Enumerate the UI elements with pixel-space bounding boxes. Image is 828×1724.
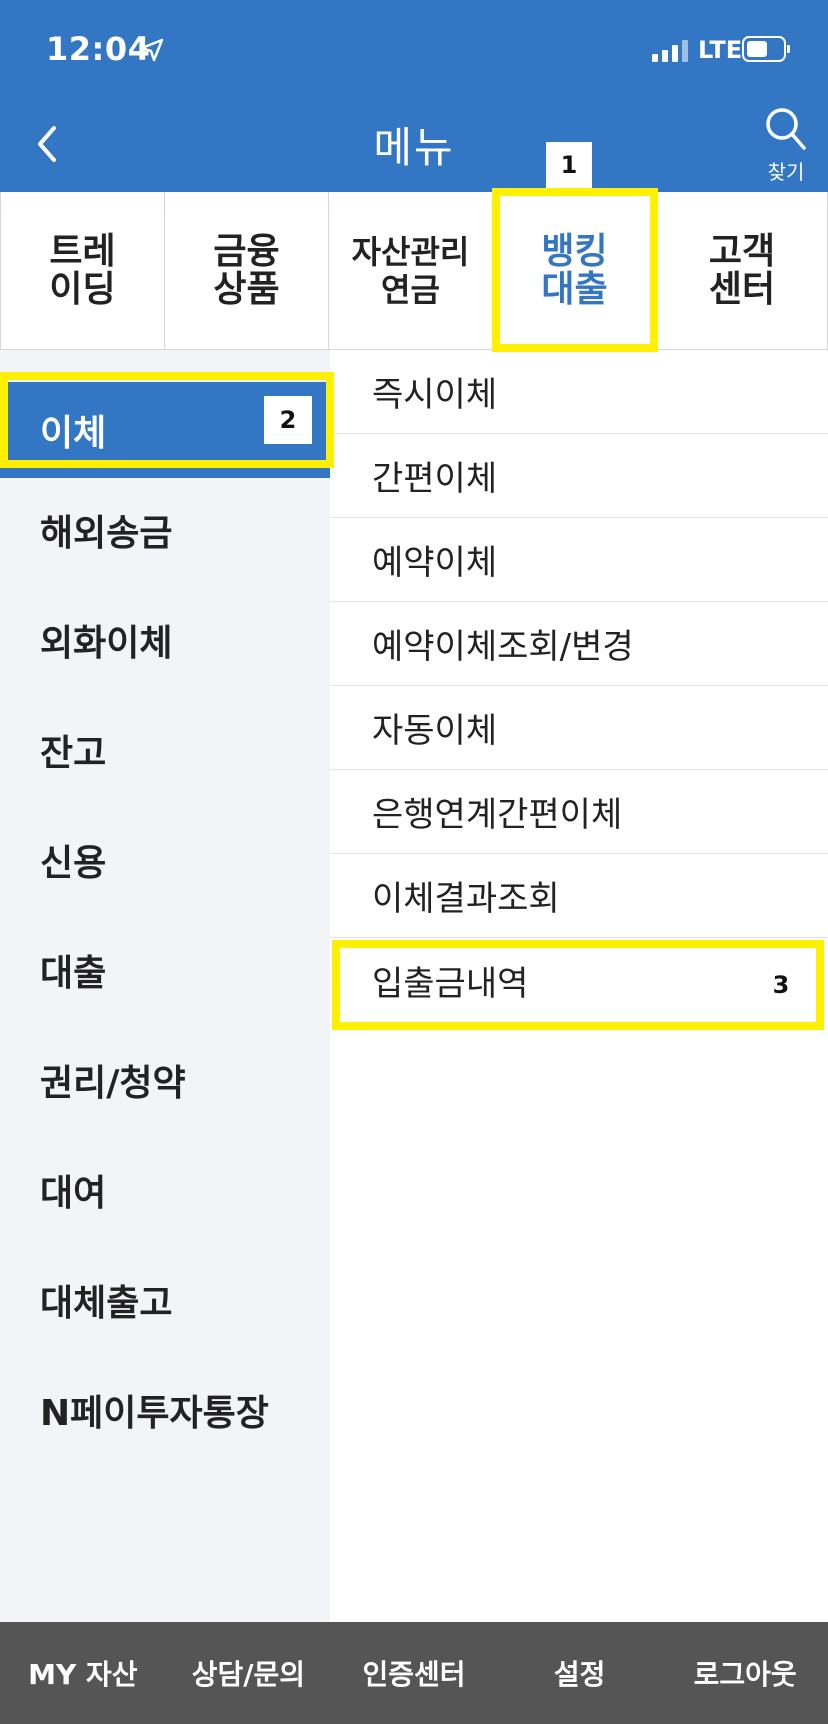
bottom-consultation-button[interactable]: 상담/문의 — [166, 1622, 332, 1724]
submenu-item-scheduled-transfer-inquiry[interactable]: 예약이체조회/변경 — [330, 602, 828, 686]
page-title: 메뉴 — [373, 123, 455, 172]
tab-label: 금융 상품 — [213, 230, 280, 310]
tab-asset-pension[interactable]: 자산관리 연금 — [328, 192, 492, 349]
status-bar: 12:04 LTE — [0, 0, 828, 96]
tab-customer-center[interactable]: 고객 센터 — [656, 192, 828, 349]
tab-label: 트레 이딩 — [49, 230, 116, 310]
tab-trading[interactable]: 트레 이딩 — [0, 192, 164, 349]
annotation-label-3: 3 — [758, 962, 804, 1008]
submenu-item-scheduled-transfer[interactable]: 예약이체 — [330, 518, 828, 602]
bottom-my-assets-button[interactable]: MY 자산 — [0, 1622, 166, 1724]
category-item-rights-subscription[interactable]: 권리/청약 — [0, 1032, 330, 1128]
tab-label: 고객 센터 — [708, 230, 776, 310]
app-header: 메뉴 찾기 — [0, 96, 828, 192]
submenu-item-deposit-withdrawal-history[interactable]: 입출금내역 — [330, 938, 828, 1022]
battery-icon — [742, 36, 790, 62]
tab-banking-loan[interactable]: 뱅킹 대출 — [492, 192, 656, 349]
category-item-foreign-currency-transfer[interactable]: 외화이체 — [0, 592, 330, 688]
location-arrow-icon — [140, 38, 164, 62]
submenu-item-simple-transfer[interactable]: 간편이체 — [330, 434, 828, 518]
signal-icon — [652, 40, 688, 62]
status-time: 12:04 — [46, 30, 151, 68]
tab-label: 자산관리 연금 — [351, 232, 470, 309]
category-item-lending[interactable]: 대여 — [0, 1142, 330, 1238]
top-category-tabs: 트레 이딩 금융 상품 자산관리 연금 뱅킹 대출 고객 센터 — [0, 192, 828, 350]
category-item-npay-account[interactable]: N페이투자통장 — [0, 1362, 330, 1458]
bottom-bar: MY 자산 상담/문의 인증센터 설정 로그아웃 — [0, 1622, 828, 1724]
category-item-balance[interactable]: 잔고 — [0, 702, 330, 798]
annotation-label-2: 2 — [264, 396, 312, 444]
submenu-item-auto-transfer[interactable]: 자동이체 — [330, 686, 828, 770]
submenu-item-instant-transfer[interactable]: 즉시이체 — [330, 350, 828, 434]
bottom-logout-button[interactable]: 로그아웃 — [662, 1622, 828, 1724]
search-icon — [766, 108, 806, 150]
submenu-item-transfer-result[interactable]: 이체결과조회 — [330, 854, 828, 938]
category-item-overseas-remittance[interactable]: 해외송금 — [0, 482, 330, 578]
search-button[interactable]: 찾기 — [756, 102, 816, 184]
network-type: LTE — [698, 36, 743, 64]
category-item-loan[interactable]: 대출 — [0, 922, 330, 1018]
category-item-alternative-release[interactable]: 대체출고 — [0, 1252, 330, 1348]
bottom-settings-button[interactable]: 설정 — [497, 1622, 663, 1724]
submenu-item-bank-linked-transfer[interactable]: 은행연계간편이체 — [330, 770, 828, 854]
tab-label: 뱅킹 대출 — [541, 230, 608, 310]
annotation-label-1: 1 — [546, 142, 592, 188]
category-sidebar: 이체 해외송금 외화이체 잔고 신용 대출 권리/청약 대여 대체출고 N페이투… — [0, 350, 330, 1622]
category-item-credit[interactable]: 신용 — [0, 812, 330, 908]
tab-financial-products[interactable]: 금융 상품 — [164, 192, 328, 349]
bottom-auth-center-button[interactable]: 인증센터 — [331, 1622, 497, 1724]
search-label: 찾기 — [767, 160, 805, 184]
